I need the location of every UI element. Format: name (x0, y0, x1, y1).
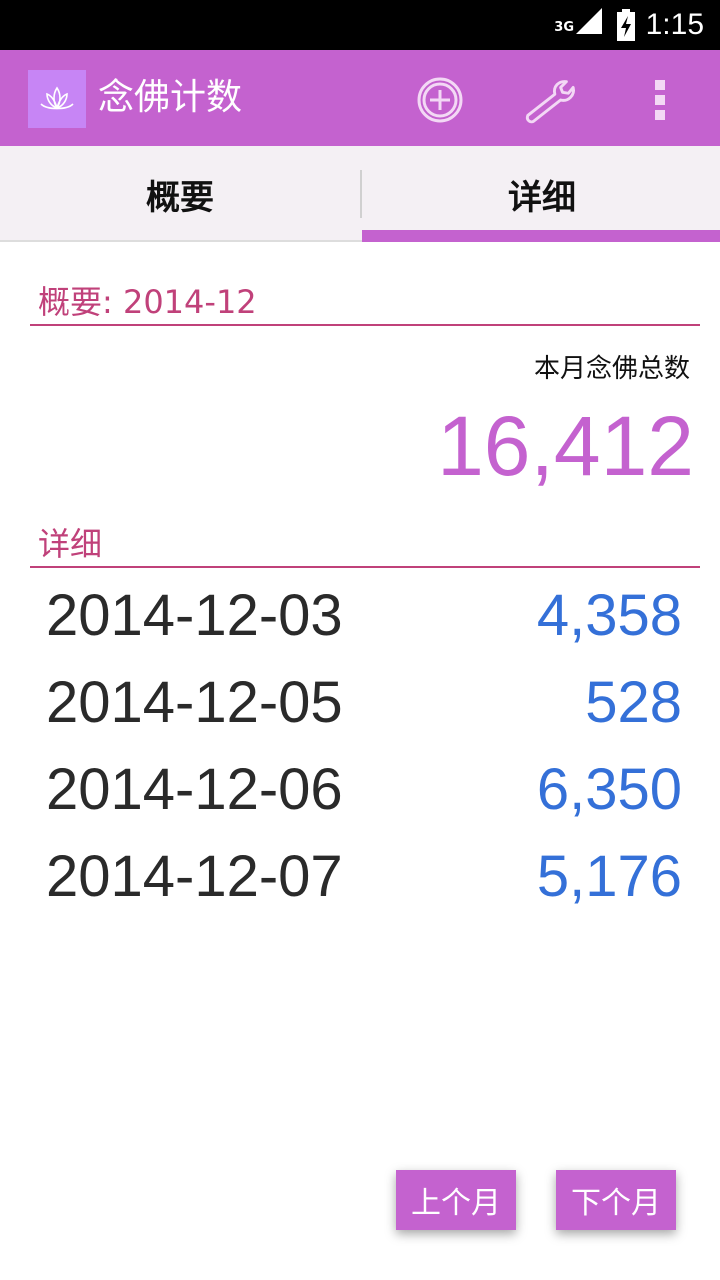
add-button[interactable] (412, 72, 468, 128)
row-count: 4,358 (536, 583, 682, 648)
row-date: 2014-12-05 (46, 670, 343, 735)
row-date: 2014-12-03 (46, 583, 343, 648)
month-total-label: 本月念佛总数 (533, 354, 690, 384)
overflow-menu-icon (655, 80, 665, 120)
tab-detail[interactable]: 详细 (362, 146, 720, 242)
list-item: 2014-12-07 5,176 (0, 833, 720, 920)
network-indicator: 3G (554, 8, 602, 34)
detail-header: 详细 (30, 522, 700, 568)
row-date: 2014-12-06 (46, 757, 343, 822)
row-count: 528 (585, 670, 682, 735)
tab-bar: 概要 详细 (0, 146, 720, 242)
next-month-button[interactable]: 下个月 (556, 1170, 676, 1230)
month-total-value: 16,412 (437, 399, 694, 493)
overflow-menu-button[interactable] (636, 72, 684, 128)
settings-button[interactable] (522, 72, 578, 128)
signal-icon (576, 8, 602, 34)
tab-summary[interactable]: 概要 (0, 146, 360, 242)
row-count: 5,176 (536, 844, 682, 909)
app-bar: 念佛计数 (0, 50, 720, 146)
row-date: 2014-12-07 (46, 844, 343, 909)
list-item: 2014-12-06 6,350 (0, 746, 720, 833)
app-title: 念佛计数 (98, 77, 243, 118)
list-item: 2014-12-03 4,358 (0, 572, 720, 659)
detail-list: 2014-12-03 4,358 2014-12-05 528 2014-12-… (0, 572, 720, 920)
summary-header: 概要: 2014-12 (30, 280, 700, 326)
network-type: 3G (554, 20, 574, 35)
status-clock: 1:15 (645, 8, 704, 41)
add-circle-icon (417, 77, 463, 123)
lotus-logo-icon (28, 70, 86, 128)
tab-selected-indicator (362, 230, 720, 242)
list-item: 2014-12-05 528 (0, 659, 720, 746)
wrench-icon (525, 80, 575, 124)
row-count: 6,350 (536, 757, 682, 822)
previous-month-button[interactable]: 上个月 (396, 1170, 516, 1230)
status-bar: 3G 1:15 (0, 0, 720, 50)
battery-charging-icon (616, 9, 636, 45)
